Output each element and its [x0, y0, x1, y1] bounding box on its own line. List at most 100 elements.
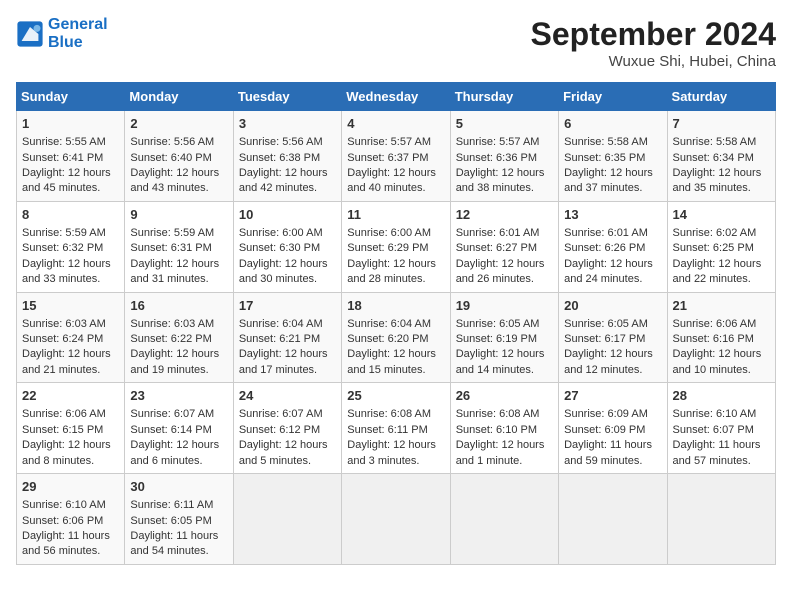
day-info: Daylight: 12 hours: [347, 347, 444, 362]
day-number: 14: [673, 206, 770, 224]
day-info: Sunrise: 6:11 AM: [130, 498, 227, 513]
day-info: Sunrise: 6:02 AM: [673, 226, 770, 241]
day-info: Sunset: 6:30 PM: [239, 241, 336, 256]
day-info: Sunset: 6:37 PM: [347, 151, 444, 166]
day-number: 26: [456, 387, 553, 405]
day-info: and 5 minutes.: [239, 454, 336, 469]
column-header-monday: Monday: [125, 83, 233, 111]
day-info: Daylight: 12 hours: [673, 257, 770, 272]
day-number: 9: [130, 206, 227, 224]
column-header-wednesday: Wednesday: [342, 83, 450, 111]
day-info: Sunset: 6:29 PM: [347, 241, 444, 256]
day-number: 29: [22, 478, 119, 496]
day-number: 3: [239, 115, 336, 133]
day-info: Daylight: 12 hours: [673, 347, 770, 362]
day-info: Sunset: 6:09 PM: [564, 423, 661, 438]
calendar-cell: 20Sunrise: 6:05 AMSunset: 6:17 PMDayligh…: [559, 292, 667, 383]
day-info: Sunrise: 5:58 AM: [673, 135, 770, 150]
calendar-cell: 15Sunrise: 6:03 AMSunset: 6:24 PMDayligh…: [17, 292, 125, 383]
column-header-thursday: Thursday: [450, 83, 558, 111]
calendar-cell: 6Sunrise: 5:58 AMSunset: 6:35 PMDaylight…: [559, 111, 667, 202]
day-info: Sunset: 6:19 PM: [456, 332, 553, 347]
day-info: Sunset: 6:40 PM: [130, 151, 227, 166]
title-block: September 2024 Wuxue Shi, Hubei, China: [531, 16, 776, 70]
day-info: Daylight: 12 hours: [130, 438, 227, 453]
day-info: and 19 minutes.: [130, 363, 227, 378]
calendar-cell: 5Sunrise: 5:57 AMSunset: 6:36 PMDaylight…: [450, 111, 558, 202]
day-number: 30: [130, 478, 227, 496]
page-header: General Blue September 2024 Wuxue Shi, H…: [16, 16, 776, 70]
day-info: Daylight: 12 hours: [456, 166, 553, 181]
day-info: Daylight: 12 hours: [456, 257, 553, 272]
day-info: Sunrise: 6:03 AM: [130, 317, 227, 332]
day-info: Sunset: 6:06 PM: [22, 514, 119, 529]
day-number: 20: [564, 297, 661, 315]
day-info: Sunset: 6:11 PM: [347, 423, 444, 438]
calendar-cell: 11Sunrise: 6:00 AMSunset: 6:29 PMDayligh…: [342, 201, 450, 292]
calendar-table: SundayMondayTuesdayWednesdayThursdayFrid…: [16, 82, 776, 565]
day-info: Sunset: 6:15 PM: [22, 423, 119, 438]
calendar-cell: 7Sunrise: 5:58 AMSunset: 6:34 PMDaylight…: [667, 111, 775, 202]
calendar-cell: 1Sunrise: 5:55 AMSunset: 6:41 PMDaylight…: [17, 111, 125, 202]
calendar-cell: 28Sunrise: 6:10 AMSunset: 6:07 PMDayligh…: [667, 383, 775, 474]
calendar-cell: 12Sunrise: 6:01 AMSunset: 6:27 PMDayligh…: [450, 201, 558, 292]
day-number: 10: [239, 206, 336, 224]
column-header-sunday: Sunday: [17, 83, 125, 111]
day-info: Sunrise: 5:59 AM: [130, 226, 227, 241]
day-info: Sunrise: 5:58 AM: [564, 135, 661, 150]
calendar-cell: 22Sunrise: 6:06 AMSunset: 6:15 PMDayligh…: [17, 383, 125, 474]
day-number: 18: [347, 297, 444, 315]
day-info: and 30 minutes.: [239, 272, 336, 287]
day-info: Sunrise: 5:56 AM: [239, 135, 336, 150]
day-info: and 12 minutes.: [564, 363, 661, 378]
day-info: Sunset: 6:12 PM: [239, 423, 336, 438]
day-info: Sunrise: 6:08 AM: [456, 407, 553, 422]
calendar-cell: 4Sunrise: 5:57 AMSunset: 6:37 PMDaylight…: [342, 111, 450, 202]
day-info: Daylight: 12 hours: [456, 438, 553, 453]
column-header-tuesday: Tuesday: [233, 83, 341, 111]
day-info: and 3 minutes.: [347, 454, 444, 469]
day-info: and 42 minutes.: [239, 181, 336, 196]
day-info: and 54 minutes.: [130, 544, 227, 559]
logo-icon: [16, 20, 44, 48]
calendar-cell: 25Sunrise: 6:08 AMSunset: 6:11 PMDayligh…: [342, 383, 450, 474]
day-info: and 24 minutes.: [564, 272, 661, 287]
day-info: Daylight: 12 hours: [673, 166, 770, 181]
day-info: and 15 minutes.: [347, 363, 444, 378]
day-info: Sunrise: 6:06 AM: [22, 407, 119, 422]
day-info: Sunrise: 6:05 AM: [456, 317, 553, 332]
day-info: Sunrise: 6:09 AM: [564, 407, 661, 422]
day-info: Sunset: 6:24 PM: [22, 332, 119, 347]
location: Wuxue Shi, Hubei, China: [531, 53, 776, 70]
day-number: 6: [564, 115, 661, 133]
calendar-cell: 10Sunrise: 6:00 AMSunset: 6:30 PMDayligh…: [233, 201, 341, 292]
day-number: 8: [22, 206, 119, 224]
day-info: and 1 minute.: [456, 454, 553, 469]
calendar-cell: 2Sunrise: 5:56 AMSunset: 6:40 PMDaylight…: [125, 111, 233, 202]
day-info: and 10 minutes.: [673, 363, 770, 378]
day-info: Daylight: 12 hours: [239, 347, 336, 362]
day-number: 25: [347, 387, 444, 405]
day-info: and 59 minutes.: [564, 454, 661, 469]
day-info: and 22 minutes.: [673, 272, 770, 287]
day-info: Daylight: 11 hours: [130, 529, 227, 544]
day-info: Sunset: 6:16 PM: [673, 332, 770, 347]
day-info: Sunrise: 5:56 AM: [130, 135, 227, 150]
day-info: Daylight: 12 hours: [22, 347, 119, 362]
day-info: Sunset: 6:17 PM: [564, 332, 661, 347]
calendar-cell: 8Sunrise: 5:59 AMSunset: 6:32 PMDaylight…: [17, 201, 125, 292]
day-info: Sunrise: 6:00 AM: [347, 226, 444, 241]
day-number: 13: [564, 206, 661, 224]
calendar-cell: 13Sunrise: 6:01 AMSunset: 6:26 PMDayligh…: [559, 201, 667, 292]
day-info: Sunset: 6:25 PM: [673, 241, 770, 256]
calendar-cell: 19Sunrise: 6:05 AMSunset: 6:19 PMDayligh…: [450, 292, 558, 383]
calendar-cell: 24Sunrise: 6:07 AMSunset: 6:12 PMDayligh…: [233, 383, 341, 474]
day-info: Daylight: 12 hours: [347, 257, 444, 272]
day-info: Sunset: 6:36 PM: [456, 151, 553, 166]
day-info: Daylight: 12 hours: [22, 438, 119, 453]
day-info: Sunset: 6:31 PM: [130, 241, 227, 256]
day-info: Daylight: 12 hours: [239, 438, 336, 453]
day-info: and 26 minutes.: [456, 272, 553, 287]
calendar-cell: 16Sunrise: 6:03 AMSunset: 6:22 PMDayligh…: [125, 292, 233, 383]
day-number: 24: [239, 387, 336, 405]
